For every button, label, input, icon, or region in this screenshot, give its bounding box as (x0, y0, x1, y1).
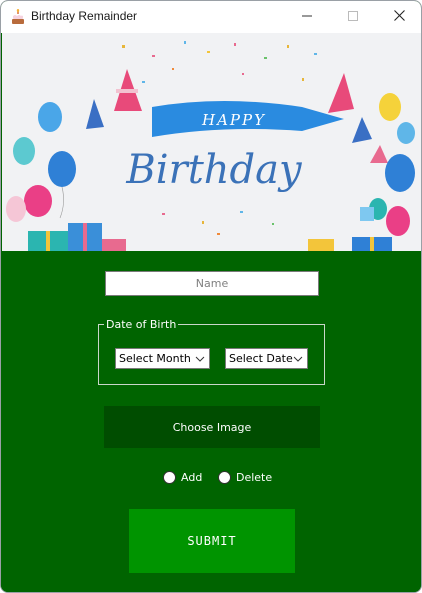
window-title: Birthday Remainder (31, 9, 138, 23)
radio-delete[interactable]: Delete (218, 471, 272, 484)
date-select[interactable]: Select Date (225, 348, 308, 369)
gift-boxes (28, 207, 392, 251)
balloons-left (6, 102, 76, 222)
name-input[interactable] (105, 271, 319, 296)
choose-image-button[interactable]: Choose Image (104, 406, 320, 448)
maximize-button[interactable] (330, 1, 376, 33)
maximize-icon (348, 8, 358, 26)
month-select-value: Select Month (119, 352, 191, 365)
submit-button[interactable]: SUBMIT (129, 509, 295, 573)
radio-delete-label: Delete (236, 471, 273, 484)
date-of-birth-label: Date of Birth (104, 318, 179, 331)
chevron-down-icon (195, 354, 205, 364)
chevron-down-icon (293, 354, 303, 364)
birthday-banner-image: HAPPY Birthday (2, 33, 421, 251)
close-button[interactable] (376, 1, 421, 33)
choose-image-label: Choose Image (172, 420, 252, 434)
confetti (122, 41, 317, 235)
radio-add[interactable]: Add (163, 471, 202, 484)
balloons-right (369, 93, 415, 236)
radio-circle-icon (163, 471, 176, 484)
month-select[interactable]: Select Month (115, 348, 210, 369)
banner-happy-text: HAPPY (201, 111, 266, 129)
minimize-button[interactable] (284, 1, 330, 33)
close-icon (393, 8, 405, 26)
radio-circle-icon (218, 471, 231, 484)
cake-icon (11, 9, 25, 25)
app-window: Birthday Remainder HAPPY Birthday Name D… (0, 0, 422, 593)
submit-label: SUBMIT (187, 534, 237, 548)
minimize-icon (302, 8, 312, 26)
radio-add-label: Add (181, 471, 203, 484)
banner-birthday-text: Birthday (125, 147, 303, 193)
date-select-value: Select Date (229, 352, 293, 365)
title-bar[interactable]: Birthday Remainder (1, 1, 421, 33)
